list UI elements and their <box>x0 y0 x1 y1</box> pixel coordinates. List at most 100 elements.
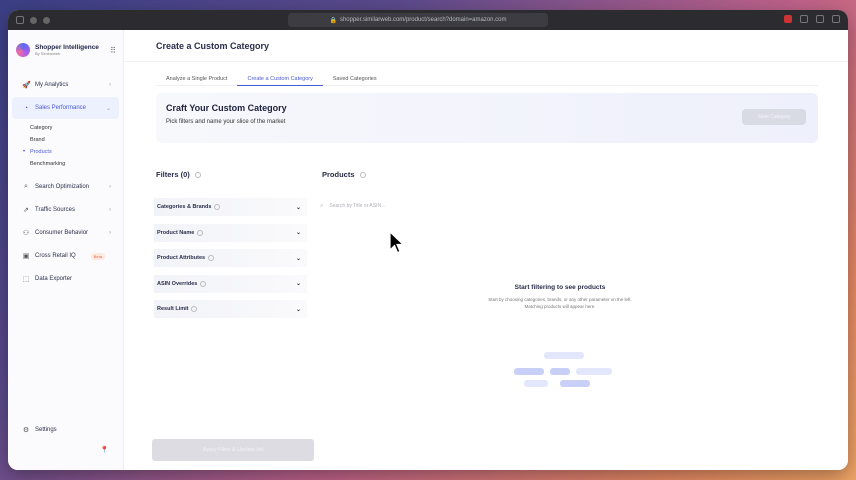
traffic-icon: ⇗ <box>23 207 29 214</box>
empty-desc-line-1: Start by choosing categories, brands, or… <box>488 297 632 302</box>
sidebar-toggle-icon[interactable] <box>16 16 24 24</box>
tabs-overview-icon[interactable] <box>832 15 840 23</box>
beta-badge: Beta <box>90 252 105 260</box>
sidebar-item-data-exporter[interactable]: ⬚ Data Exporter <box>12 268 119 290</box>
info-icon[interactable] <box>208 255 215 261</box>
browser-toolbar: 🔒 shopper.similarweb.com/product/search?… <box>8 10 848 30</box>
illustration-bar <box>550 368 570 375</box>
sidebar-subitem-brand[interactable]: Brand <box>30 134 123 146</box>
filter-label: Product Attributes <box>157 255 206 261</box>
chevron-down-icon: ⌄ <box>295 230 301 236</box>
main-content: Create a Custom Category Analyze a Singl… <box>124 30 848 470</box>
sidebar-item-cross-retail-iq[interactable]: ▣ Cross Retail IQ Beta <box>12 245 119 267</box>
products-heading: Products <box>322 170 366 179</box>
chevron-right-icon: › <box>109 184 111 190</box>
filter-asin-overrides[interactable]: ASIN Overrides ⌄ <box>154 274 307 293</box>
sidebar-subitem-benchmarking[interactable]: Benchmarking <box>30 158 123 170</box>
search-icon: ⌕ <box>24 183 28 190</box>
sidebar-item-search-optimization[interactable]: ⌕ Search Optimization › <box>12 176 119 198</box>
search-icon: ⌕ <box>320 202 324 209</box>
apps-grid-icon[interactable]: ⠿ <box>110 46 116 55</box>
forward-icon[interactable] <box>43 16 50 24</box>
chart-icon: ◔ <box>23 104 29 112</box>
brand-sub: By Similarweb <box>35 51 61 56</box>
filter-list: Categories & Brands ⌄ Product Name ⌄ Pro… <box>154 198 307 326</box>
filters-heading: Filters (0) <box>156 170 201 179</box>
extension-icon[interactable] <box>784 15 792 23</box>
sidebar-item-label: Search Optimization <box>35 184 90 190</box>
address-bar[interactable]: 🔒 shopper.similarweb.com/product/search?… <box>288 13 548 27</box>
chevron-down-icon: ⌄ <box>295 255 301 262</box>
empty-state-illustration <box>514 348 614 398</box>
illustration-bar <box>524 380 548 387</box>
brand-name: Shopper Intelligence <box>35 44 99 51</box>
sidebar-item-label: Settings <box>35 427 57 433</box>
hero-banner: Craft Your Custom Category Pick filters … <box>156 93 818 143</box>
filter-result-limit[interactable]: Result Limit ⌄ <box>154 300 307 318</box>
sidebar-item-label: Sales Performance <box>35 105 87 111</box>
people-icon: ⚇ <box>22 230 30 237</box>
tab-saved-categories[interactable]: Saved Categories <box>323 72 387 86</box>
brand-logo <box>16 43 30 57</box>
rocket-icon: 🚀 <box>22 82 31 89</box>
filter-label: Categories & Brands <box>157 204 212 210</box>
chevron-down-icon: ⌄ <box>295 204 301 211</box>
save-category-button[interactable]: Save Category <box>742 109 806 125</box>
sidebar-nav: 🚀 My Analytics › ◔ Sales Performance ⌄ C… <box>8 74 123 290</box>
new-tab-icon[interactable] <box>816 15 824 23</box>
sidebar-item-settings[interactable]: ⚙ Settings <box>12 419 119 441</box>
product-search-input[interactable]: ⌕ Search by Title or ASIN... <box>316 198 476 214</box>
sidebar: Shopper Intelligence By Similarweb ⠿ 🚀 M… <box>8 30 124 470</box>
brand[interactable]: Shopper Intelligence By Similarweb ⠿ <box>8 38 123 62</box>
mouse-cursor-icon <box>389 231 405 254</box>
browser-window: 🔒 shopper.similarweb.com/product/search?… <box>8 10 848 470</box>
pin-icon[interactable]: 📍 <box>100 446 109 454</box>
export-icon: ⬚ <box>22 276 30 283</box>
back-icon[interactable] <box>30 16 37 24</box>
info-icon[interactable] <box>191 306 198 312</box>
sidebar-item-sales-performance[interactable]: ◔ Sales Performance ⌄ <box>12 97 119 119</box>
filter-categories-brands[interactable]: Categories & Brands ⌄ <box>154 198 307 216</box>
store-icon: ▣ <box>22 253 30 260</box>
sidebar-item-label: Cross Retail IQ <box>35 253 76 259</box>
sidebar-subitem-products[interactable]: Products <box>23 146 123 158</box>
sidebar-item-label: Traffic Sources <box>35 207 76 213</box>
tab-create-custom-category[interactable]: Create a Custom Category <box>237 72 323 86</box>
apply-filter-button[interactable]: Apply Filter & Update list <box>152 439 314 461</box>
tab-analyze-single-product[interactable]: Analyze a Single Product <box>156 72 237 86</box>
info-icon[interactable] <box>200 280 207 287</box>
info-icon[interactable] <box>197 229 204 236</box>
gear-icon: ⚙ <box>22 427 30 434</box>
sidebar-item-my-analytics[interactable]: 🚀 My Analytics › <box>12 74 119 96</box>
chevron-right-icon: › <box>109 207 111 213</box>
empty-state-description: Start by choosing categories, brands, or… <box>460 296 660 310</box>
chevron-right-icon: › <box>109 230 111 236</box>
illustration-bar <box>514 368 544 375</box>
sidebar-item-label: Consumer Behavior <box>35 230 89 236</box>
filter-product-attributes[interactable]: Product Attributes ⌄ <box>154 249 307 267</box>
illustration-bar <box>576 368 612 375</box>
empty-desc-line-2: Matching products will appear here. <box>524 304 596 309</box>
sidebar-item-traffic-sources[interactable]: ⇗ Traffic Sources › <box>12 199 119 221</box>
empty-state-title: Start filtering to see products <box>514 284 606 291</box>
tab-bar: Analyze a Single Product Create a Custom… <box>156 72 818 86</box>
hero-title: Craft Your Custom Category <box>166 103 287 113</box>
lock-icon: 🔒 <box>329 17 337 24</box>
filter-product-name[interactable]: Product Name ⌄ <box>154 223 307 242</box>
chevron-down-icon: ⌄ <box>295 306 301 313</box>
filter-label: Product Name <box>157 229 195 236</box>
sidebar-item-label: Data Exporter <box>35 276 73 282</box>
info-icon[interactable] <box>359 172 366 179</box>
info-icon[interactable] <box>194 172 201 179</box>
chevron-right-icon: › <box>109 82 111 88</box>
illustration-bar <box>560 380 590 387</box>
info-icon[interactable] <box>214 204 221 210</box>
filter-label: ASIN Overrides <box>157 280 198 287</box>
hero-subtitle: Pick filters and name your slice of the … <box>166 119 286 125</box>
illustration-bar <box>544 352 584 359</box>
page-title: Create a Custom Category <box>124 30 848 62</box>
share-icon[interactable] <box>800 15 808 23</box>
sidebar-subitem-category[interactable]: Category <box>30 122 123 134</box>
chevron-down-icon: ⌄ <box>295 281 301 287</box>
sidebar-item-consumer-behavior[interactable]: ⚇ Consumer Behavior › <box>12 222 119 244</box>
